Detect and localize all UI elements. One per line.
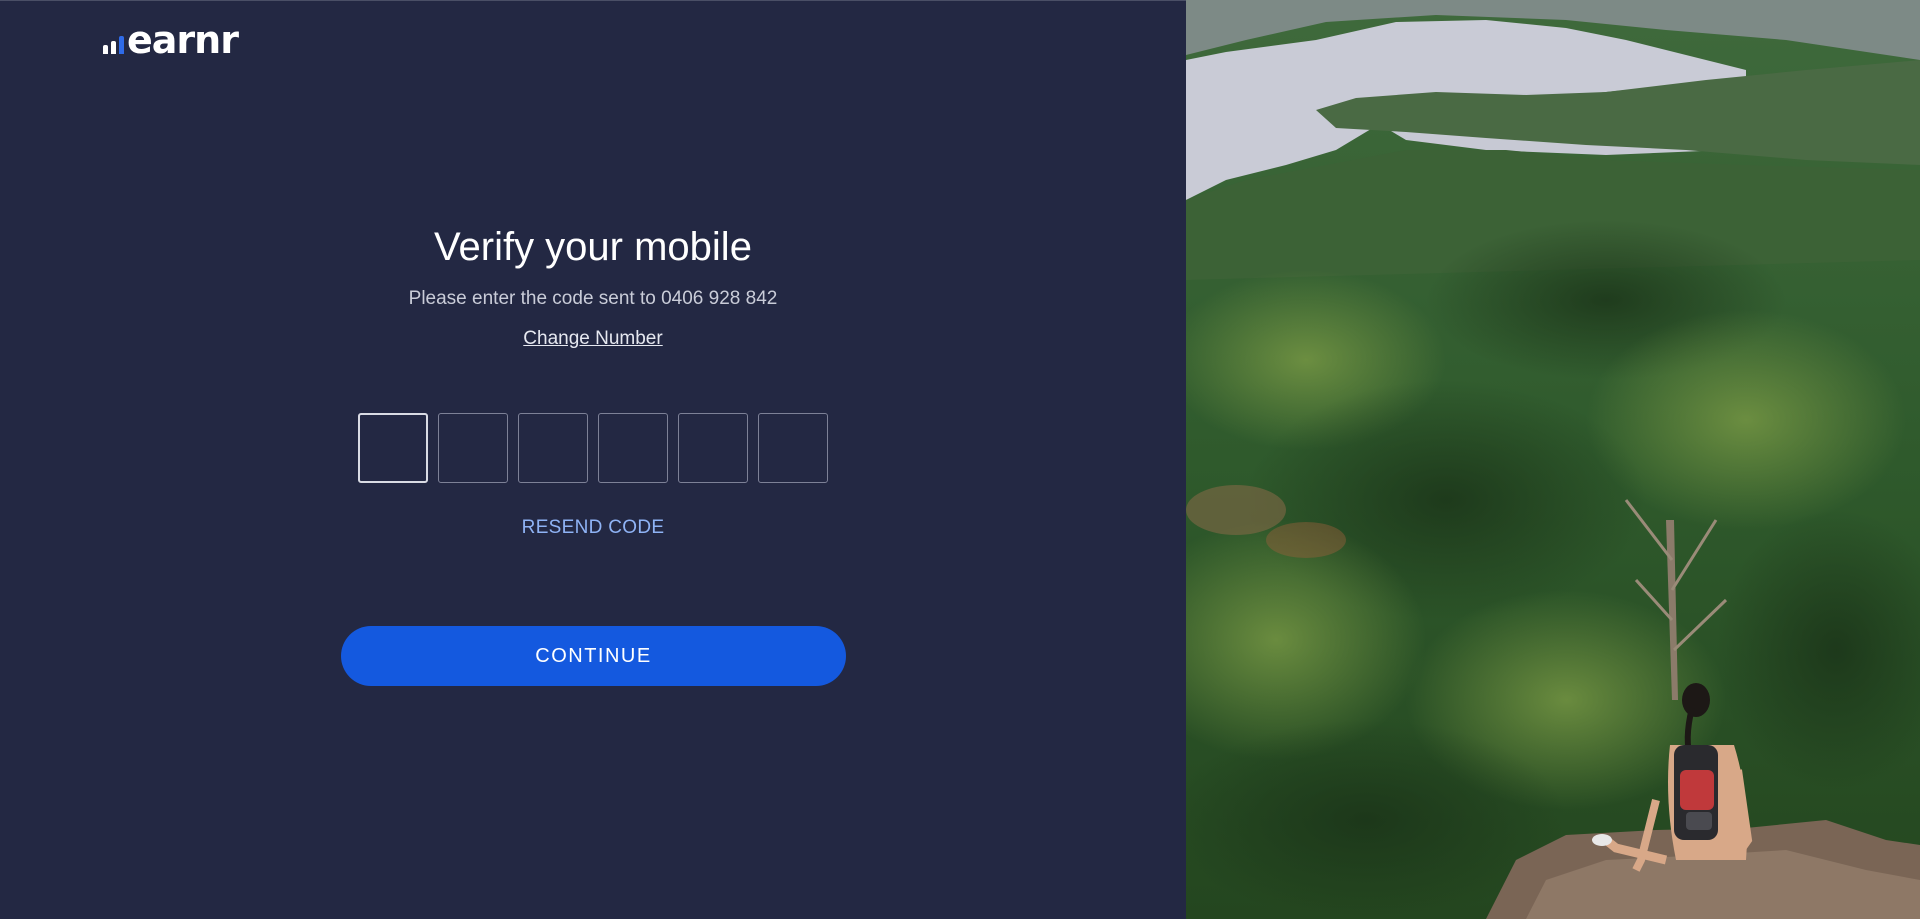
continue-button[interactable]: CONTINUE [341,626,846,686]
code-digit-2[interactable] [438,413,508,483]
page-title: Verify your mobile [434,225,752,269]
code-digit-4[interactable] [598,413,668,483]
code-digit-6[interactable] [758,413,828,483]
resend-code-link[interactable]: RESEND CODE [0,516,1186,540]
code-digit-3[interactable] [518,413,588,483]
left-panel: earnr Verify your mobile Please enter th… [0,0,1186,919]
code-digit-1[interactable] [358,413,428,483]
landscape-photo [1186,0,1920,919]
earnr-logo[interactable]: earnr [103,18,239,62]
instruction-text: Please enter the code sent to 0406 928 8… [408,288,778,309]
code-digit-5[interactable] [678,413,748,483]
code-input-group [358,413,828,483]
change-number-link[interactable]: Change Number [0,327,1186,351]
signal-bars-icon [103,36,124,54]
logo-text: earnr [127,18,239,62]
forest-lake-image [1186,0,1920,919]
